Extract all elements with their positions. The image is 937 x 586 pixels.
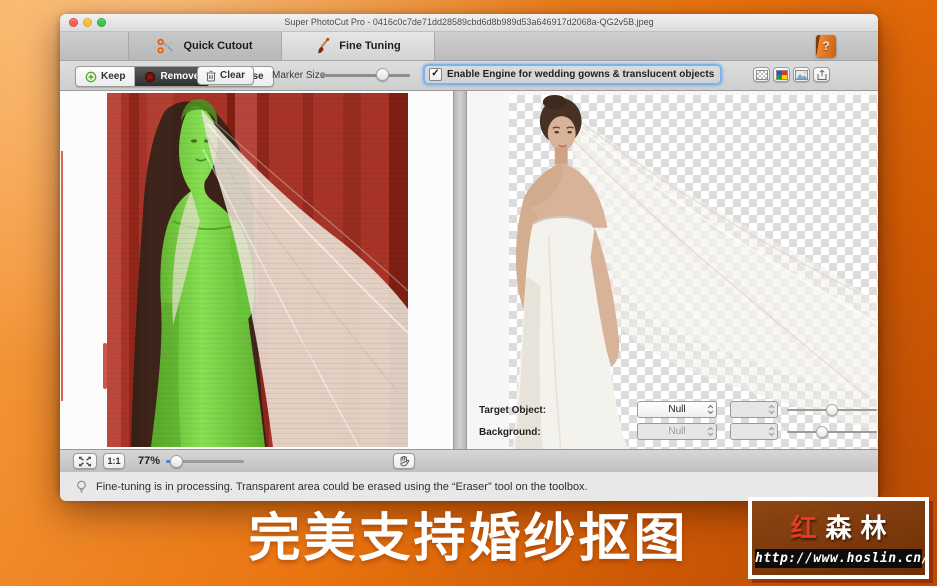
cutout-result-image <box>509 95 878 449</box>
marker-size-label: Marker Size <box>272 70 325 81</box>
fit-to-window-button[interactable] <box>73 453 97 469</box>
target-object-label: Target Object: <box>479 405 546 416</box>
stray-marker-stroke <box>61 151 63 401</box>
stepper-icon <box>767 425 776 438</box>
minimize-window-button[interactable] <box>83 18 92 27</box>
lightbulb-icon <box>76 480 87 494</box>
engine-checkbox[interactable]: ✓ <box>429 68 442 81</box>
actual-size-button[interactable]: 1:1 <box>103 453 125 469</box>
hand-icon <box>398 455 410 467</box>
brand-url[interactable]: http://www.hoslin.cn/ <box>755 549 922 568</box>
export-button[interactable] <box>813 67 830 82</box>
marker-size-slider-thumb[interactable] <box>376 68 389 81</box>
tab-bar: Quick Cutout Fine Tuning ? <box>60 32 878 61</box>
pane-divider[interactable] <box>453 91 467 449</box>
clear-button[interactable]: Clear <box>197 66 254 85</box>
target-object-slider-thumb[interactable] <box>826 404 838 416</box>
help-button-label: ? <box>822 39 829 53</box>
zoom-percentage: 77% <box>138 455 160 467</box>
background-subselect[interactable] <box>730 423 778 440</box>
target-object-slider[interactable] <box>787 409 877 411</box>
engine-checkbox-label: Enable Engine for wedding gowns & transl… <box>447 69 714 80</box>
clear-button-label: Clear <box>220 70 245 81</box>
keep-plus-icon <box>85 71 97 83</box>
scissors-icon <box>157 38 175 54</box>
result-image-pane[interactable]: Target Object: Null <box>467 91 878 449</box>
photo-icon <box>795 70 808 80</box>
stepper-icon <box>706 425 715 438</box>
target-object-select[interactable]: Null <box>637 401 717 418</box>
keep-button[interactable]: Keep <box>76 67 135 86</box>
target-object-row: Target Object: Null <box>479 401 874 421</box>
background-image-button[interactable] <box>793 67 810 82</box>
transparency-checker-icon <box>756 70 768 80</box>
marker-size-slider[interactable] <box>320 74 410 77</box>
background-select[interactable]: Null <box>637 423 717 440</box>
background-transparent-button[interactable] <box>753 67 770 82</box>
window-titlebar: Super PhotoCut Pro - 0416c0c7de71dd28589… <box>60 14 878 32</box>
zoom-slider-thumb[interactable] <box>170 455 183 468</box>
background-label: Background: <box>479 427 541 438</box>
fit-arrows-icon <box>78 456 92 467</box>
actual-size-label: 1:1 <box>107 456 120 466</box>
app-window: Super PhotoCut Pro - 0416c0c7de71dd28589… <box>60 14 878 497</box>
background-color-button[interactable] <box>773 67 790 82</box>
zoom-window-button[interactable] <box>97 18 106 27</box>
tab-fine-tuning-label: Fine Tuning <box>339 40 401 52</box>
transparency-checkerboard <box>509 95 878 449</box>
traffic-lights <box>69 18 106 27</box>
stepper-icon <box>706 403 715 416</box>
export-icon <box>816 69 828 81</box>
background-slider[interactable] <box>787 431 877 433</box>
status-message: Fine-tuning is in processing. Transparen… <box>96 481 588 493</box>
desktop-background: Super PhotoCut Pro - 0416c0c7de71dd28589… <box>0 0 937 586</box>
background-style-buttons <box>753 67 830 82</box>
tab-quick-cutout[interactable]: Quick Cutout <box>128 32 282 60</box>
tab-quick-cutout-label: Quick Cutout <box>183 40 252 52</box>
brand-name-rest: 森林 <box>826 513 896 543</box>
trash-icon <box>206 70 216 82</box>
stepper-icon <box>767 403 776 416</box>
target-object-subselect[interactable] <box>730 401 778 418</box>
brand-name: 红森林 <box>781 508 895 545</box>
source-image-pane[interactable] <box>60 91 453 449</box>
editor-canvas: Target Object: Null <box>60 91 878 449</box>
zoom-bar: 1:1 77% <box>60 449 878 472</box>
window-title: Super PhotoCut Pro - 0416c0c7de71dd28589… <box>60 14 878 31</box>
pan-hand-button[interactable] <box>393 453 415 469</box>
brand-logo-box: 红森林 http://www.hoslin.cn/ <box>748 497 929 579</box>
source-image-marked[interactable] <box>107 93 408 447</box>
adjust-panel: Target Object: Null <box>479 399 874 443</box>
marker-toolbar: Keep Remove <box>60 61 878 91</box>
background-value: Null <box>668 426 685 437</box>
color-palette-icon <box>776 70 788 80</box>
zoom-slider[interactable] <box>166 460 244 463</box>
brand-name-first-char: 红 <box>790 513 825 543</box>
keep-button-label: Keep <box>101 71 125 82</box>
brush-icon <box>315 37 331 55</box>
close-window-button[interactable] <box>69 18 78 27</box>
target-object-value: Null <box>668 404 685 415</box>
remove-button-label: Remove <box>160 71 199 82</box>
help-button[interactable]: ? <box>816 35 836 57</box>
engine-checkbox-group[interactable]: ✓ Enable Engine for wedding gowns & tran… <box>423 64 722 85</box>
background-slider-thumb[interactable] <box>816 426 828 438</box>
remove-circle-icon <box>144 71 156 83</box>
tab-fine-tuning[interactable]: Fine Tuning <box>282 32 435 60</box>
background-row: Background: Null <box>479 423 874 443</box>
